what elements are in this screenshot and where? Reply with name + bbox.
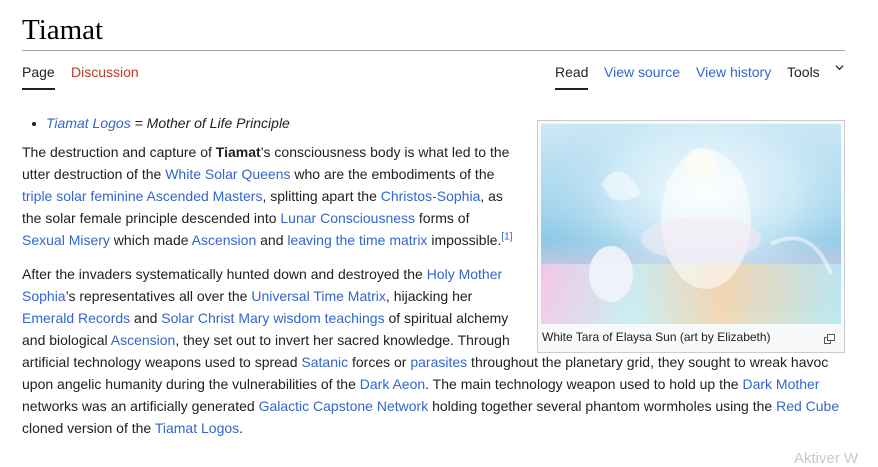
link-leaving-the-time-matrix[interactable]: leaving the time matrix	[287, 232, 427, 248]
link-dark-mother[interactable]: Dark Mother	[742, 376, 819, 392]
link-emerald-records[interactable]: Emerald Records	[22, 310, 130, 326]
tab-view-source[interactable]: View source	[604, 64, 680, 80]
link-ascension-2[interactable]: Ascension	[111, 332, 176, 348]
link-ascension[interactable]: Ascension	[192, 232, 257, 248]
image-thumbnail: White Tara of Elaysa Sun (art by Elizabe…	[537, 120, 845, 353]
link-solar-christ-mary-wisdom-teachings[interactable]: Solar Christ Mary wisdom teachings	[161, 310, 384, 326]
expand-icon[interactable]	[824, 331, 835, 344]
link-parasites[interactable]: parasites	[410, 354, 467, 370]
link-christos-sophia[interactable]: Christos-Sophia	[381, 188, 481, 204]
reference-1[interactable]: [1]	[501, 231, 512, 242]
activation-watermark: Aktiver W	[794, 450, 859, 467]
link-galactic-capstone-network[interactable]: Galactic Capstone Network	[259, 398, 429, 414]
title-divider	[22, 50, 845, 51]
thumbnail-caption: White Tara of Elaysa Sun (art by Elizabe…	[542, 330, 771, 344]
tab-read[interactable]: Read	[555, 64, 589, 90]
link-sexual-misery[interactable]: Sexual Misery	[22, 232, 110, 248]
tools-menu[interactable]: Tools	[787, 64, 820, 80]
page-tabs: Page Discussion Read View source View hi…	[22, 58, 845, 90]
tab-page[interactable]: Page	[22, 64, 55, 90]
link-universal-time-matrix[interactable]: Universal Time Matrix	[251, 288, 386, 304]
link-satanic[interactable]: Satanic	[301, 354, 348, 370]
bold-tiamat: Tiamat	[215, 144, 261, 160]
link-tiamat-logos[interactable]: Tiamat Logos	[46, 115, 131, 131]
tab-discussion[interactable]: Discussion	[71, 64, 139, 80]
link-lunar-consciousness[interactable]: Lunar Consciousness	[280, 210, 415, 226]
link-tiamat-logos-2[interactable]: Tiamat Logos	[155, 420, 239, 436]
page-title: Tiamat	[22, 14, 104, 46]
paragraph-1: The destruction and capture of Tiamat’s …	[22, 144, 513, 248]
tab-view-history[interactable]: View history	[696, 64, 771, 80]
link-white-solar-queens[interactable]: White Solar Queens	[165, 166, 290, 182]
chevron-down-icon[interactable]	[835, 63, 844, 71]
link-dark-aeon[interactable]: Dark Aeon	[360, 376, 425, 392]
artwork-image[interactable]	[541, 124, 841, 324]
link-red-cube[interactable]: Red Cube	[776, 398, 839, 414]
link-triple-solar-feminine-ascended-masters[interactable]: triple solar feminine Ascended Masters	[22, 188, 262, 204]
